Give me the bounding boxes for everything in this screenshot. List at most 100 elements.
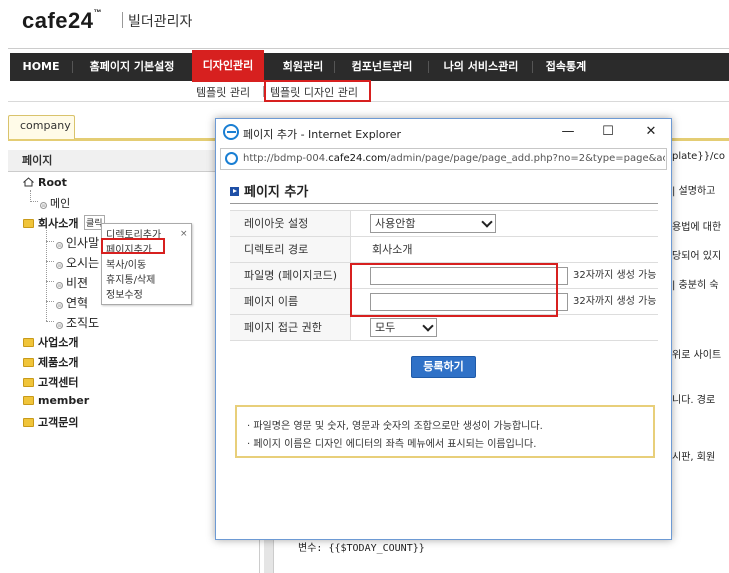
- tab-company[interactable]: company: [8, 115, 75, 139]
- page-icon: ≡: [56, 282, 63, 289]
- close-button[interactable]: ✕: [636, 122, 666, 142]
- folder-icon: [23, 378, 34, 387]
- nav-divider: [72, 61, 73, 73]
- editor-gutter: [264, 540, 274, 573]
- nav-design-management[interactable]: 디자인관리: [192, 50, 264, 82]
- bg-text: | 설명하고: [672, 186, 716, 197]
- nav-divider: [428, 61, 429, 73]
- ctx-trash-delete[interactable]: 휴지통/삭제: [106, 271, 155, 286]
- tree-item-history[interactable]: ≡ 연혁: [56, 294, 88, 311]
- title-divider: [230, 203, 658, 204]
- form-row-access: 페이지 접근 권한 모두: [230, 315, 658, 341]
- window-title: 페이지 추가 - Internet Explorer: [243, 128, 402, 141]
- layout-select[interactable]: 사용안함: [370, 214, 496, 233]
- folder-icon: [23, 338, 34, 347]
- nav-component-management[interactable]: 컴포넌트관리: [340, 53, 424, 81]
- tree-root-label: Root: [38, 176, 67, 189]
- folder-icon: [23, 358, 34, 367]
- tree-item-label: 고객문의: [38, 416, 79, 429]
- tree-item-label: 사업소개: [38, 336, 79, 349]
- tree-line: [46, 241, 54, 242]
- tree-item-label: member: [38, 394, 90, 407]
- nav-homepage-settings[interactable]: 홈페이지 기본설정: [80, 53, 184, 81]
- bg-text: | 충분히 숙: [672, 280, 719, 291]
- close-icon[interactable]: ×: [180, 229, 188, 239]
- layout-label: 레이아웃 설정: [230, 211, 351, 236]
- tree-line: [30, 201, 38, 202]
- play-square-icon: [230, 187, 239, 196]
- tree-item-label: 오시는: [66, 256, 100, 270]
- logo-tm: ™: [93, 8, 103, 17]
- filename-label: 파일명 (페이지코드): [230, 263, 351, 288]
- tree-item-products[interactable]: 제품소개: [23, 354, 78, 370]
- tree-item-inquiry[interactable]: 고객문의: [23, 414, 78, 430]
- subnav-template-management[interactable]: 템플릿 관리: [196, 84, 250, 100]
- pagename-label: 페이지 이름: [230, 289, 351, 314]
- directory-label: 디렉토리 경로: [230, 237, 351, 262]
- nav-statistics[interactable]: 접속통계: [538, 53, 594, 81]
- tree-item-label: 회사소개: [38, 217, 79, 230]
- window-titlebar[interactable]: 페이지 추가 - Internet Explorer — ☐ ✕: [216, 119, 671, 147]
- tree-line: [46, 281, 54, 282]
- tree-item-greeting[interactable]: ≡ 인사말: [56, 234, 99, 251]
- page-icon: ≡: [56, 322, 63, 329]
- url-text: http://bdmp-004.cafe24.com/admin/page/pa…: [243, 153, 665, 164]
- pagename-hint: 32자까지 생성 가능: [573, 296, 657, 307]
- nav-member-management[interactable]: 회원관리: [272, 53, 334, 81]
- context-menu: × 디렉토리추가 페이지추가 복사/이동 휴지통/삭제 정보수정: [101, 223, 192, 305]
- folder-icon: [23, 219, 34, 228]
- nav-home[interactable]: HOME: [18, 53, 64, 81]
- tree-line: [46, 261, 54, 262]
- access-select[interactable]: 모두: [370, 318, 437, 337]
- tree-item-vision[interactable]: ≡ 비젼: [56, 274, 88, 291]
- nav-divider: [334, 61, 335, 73]
- logo-text: cafe24: [22, 8, 94, 33]
- tree-item-main[interactable]: ≡ 메인: [40, 195, 70, 211]
- tree-root[interactable]: Root: [23, 176, 67, 189]
- ctx-copy-move[interactable]: 복사/이동: [106, 256, 146, 271]
- info-box: · 파일명은 영문 및 숫자, 영문과 숫자의 조합으로만 생성이 가능합니다.…: [235, 405, 655, 458]
- filename-hint: 32자까지 생성 가능: [573, 270, 657, 281]
- tree-item-org-chart[interactable]: ≡ 조직도: [56, 314, 99, 331]
- minimize-button[interactable]: —: [553, 122, 583, 142]
- page-icon: ≡: [56, 302, 63, 309]
- nav-divider: [532, 61, 533, 73]
- bg-text: 용법에 대한: [672, 222, 722, 233]
- bg-variable-text: 변수: {{$TODAY_COUNT}}: [298, 543, 425, 554]
- tree-item-label: 비젼: [66, 276, 89, 290]
- bg-text: 위로 사이트: [672, 350, 722, 361]
- tree-item-label: 연혁: [66, 296, 89, 310]
- tree-item-label: 제품소개: [38, 356, 79, 369]
- bg-text: plate}}/co: [672, 151, 726, 162]
- info-text: · 페이지 이름은 디자인 에디터의 좌측 메뉴에서 표시되는 이름입니다.: [247, 439, 537, 450]
- logo-divider: [122, 12, 123, 28]
- tree-item-label: 조직도: [66, 316, 100, 330]
- highlight-box: [350, 263, 558, 317]
- form-row-directory: 디렉토리 경로 회사소개: [230, 237, 658, 263]
- address-bar[interactable]: http://bdmp-004.cafe24.com/admin/page/pa…: [220, 148, 667, 170]
- register-button[interactable]: 등록하기: [411, 356, 476, 378]
- bg-text: 당되어 있지: [672, 251, 722, 262]
- internet-explorer-icon: [225, 152, 238, 165]
- internet-explorer-icon: [223, 124, 239, 140]
- tree-item-directions[interactable]: ≡ 오시는: [56, 254, 99, 271]
- tree-item-support[interactable]: 고객센터: [23, 374, 78, 390]
- tree-item-business[interactable]: 사업소개: [23, 334, 78, 350]
- folder-icon: [23, 418, 34, 427]
- admin-subtitle: 빌더관리자: [128, 14, 193, 30]
- info-text: · 파일명은 영문 및 숫자, 영문과 숫자의 조합으로만 생성이 가능합니다.: [247, 421, 543, 432]
- directory-value: 회사소개: [372, 243, 413, 256]
- ctx-edit-info[interactable]: 정보수정: [106, 286, 143, 301]
- tree-line: [46, 321, 54, 322]
- ie-popup-window: 페이지 추가 - Internet Explorer — ☐ ✕ http://…: [215, 118, 672, 540]
- cafe24-logo[interactable]: cafe24™: [22, 8, 102, 34]
- folder-icon: [23, 396, 34, 405]
- chevron-down-icon: [481, 216, 493, 228]
- chevron-down-icon: [422, 320, 434, 332]
- nav-my-service[interactable]: 나의 서비스관리: [434, 53, 528, 81]
- top-nav: HOME 홈페이지 기본설정 디자인관리 회원관리 컴포넌트관리 나의 서비스관…: [8, 48, 729, 82]
- maximize-button[interactable]: ☐: [593, 122, 623, 142]
- tree-item-company[interactable]: 회사소개: [23, 215, 78, 231]
- page-icon: ≡: [40, 202, 47, 209]
- tree-item-member[interactable]: member: [23, 394, 89, 407]
